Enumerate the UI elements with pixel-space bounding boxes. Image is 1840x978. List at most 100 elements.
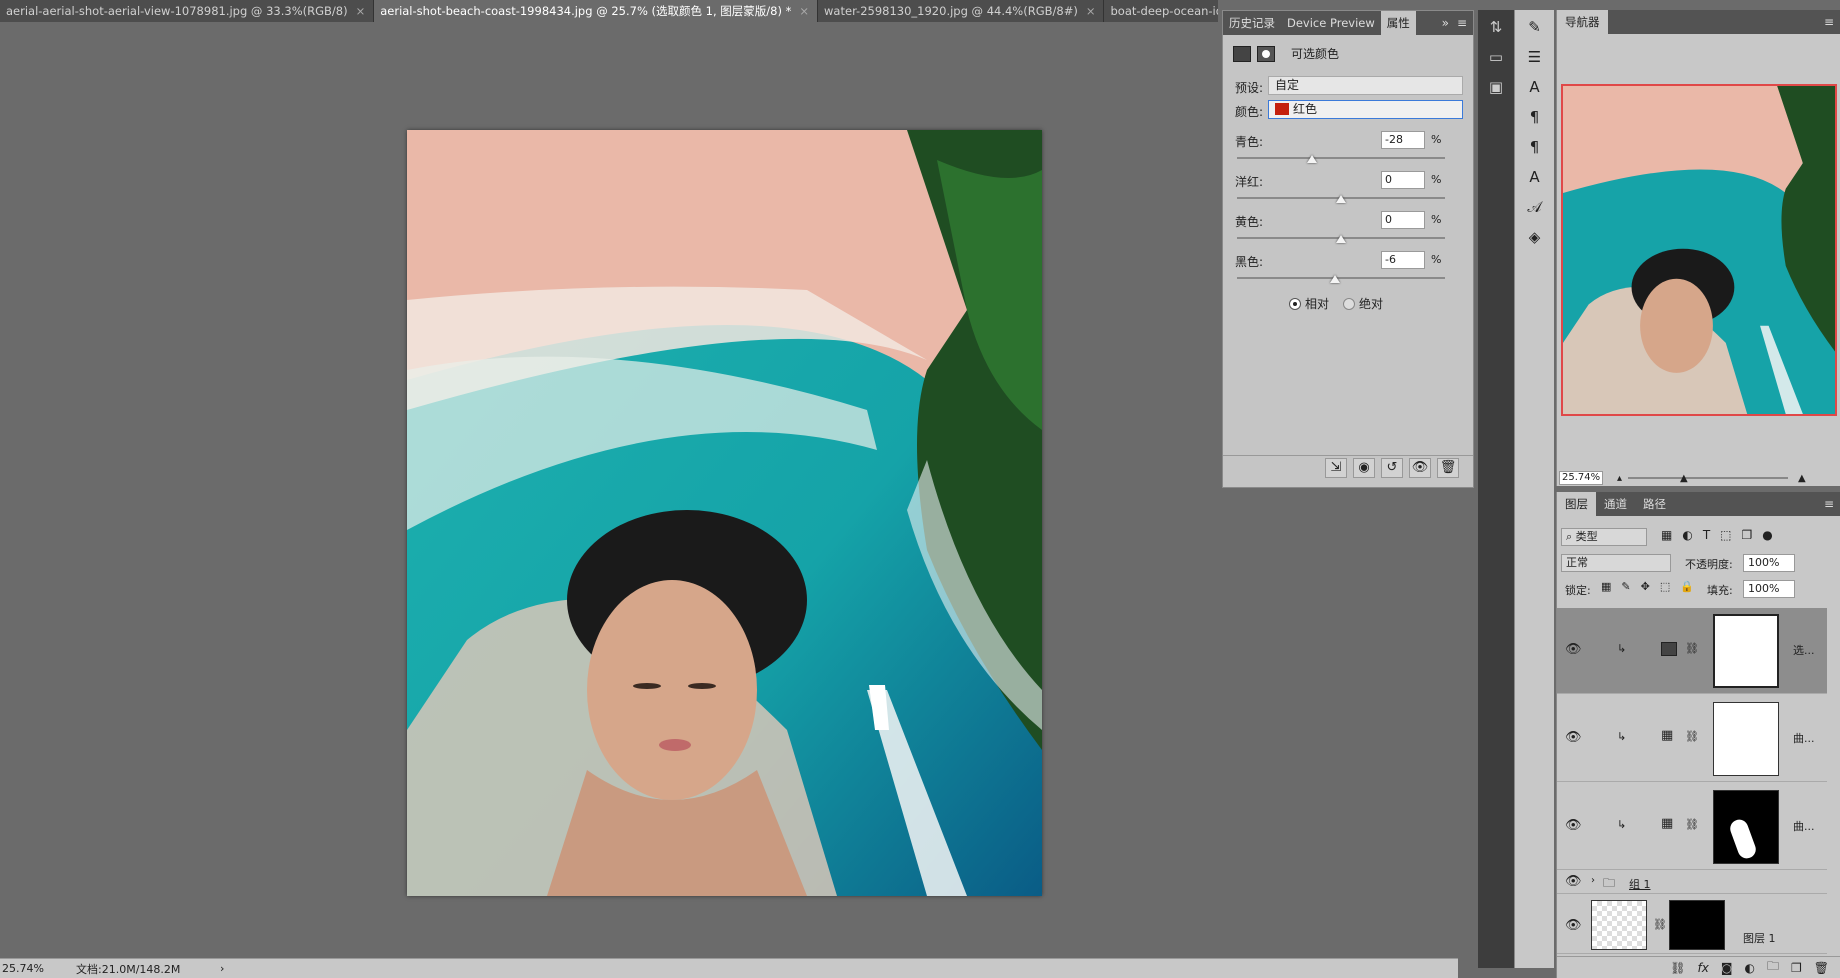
lock-all-icon[interactable]: 🔒 [1680, 580, 1694, 593]
adjustments-icon[interactable]: ☰ [1521, 44, 1549, 70]
filter-pixel-icon[interactable]: ▦ [1661, 528, 1672, 542]
eye-icon[interactable]: 👁 [1565, 642, 1582, 657]
slider-thumb[interactable] [1306, 155, 1317, 163]
lock-pixels-icon[interactable]: ✎ [1621, 580, 1630, 593]
add-mask-icon[interactable]: ◙ [1721, 961, 1733, 975]
filter-adjustment-icon[interactable]: ◐ [1682, 528, 1692, 542]
filter-smart-icon[interactable]: ❐ [1742, 528, 1753, 542]
document-canvas[interactable] [407, 130, 1042, 896]
layer-mask-thumbnail[interactable] [1669, 900, 1725, 950]
tab-doc-3[interactable]: water-2598130_1920.jpg @ 44.4%(RGB/8#) × [818, 0, 1105, 22]
panel-menu-icon[interactable]: ≡ [1824, 497, 1840, 511]
panel-menu-icon[interactable]: ≡ [1457, 16, 1473, 30]
slider-track[interactable] [1237, 277, 1445, 279]
link-icon[interactable]: ⛓ [1685, 642, 1699, 655]
expand-arrow-icon[interactable]: › [1591, 875, 1595, 886]
layer-mask-thumbnail[interactable] [1713, 790, 1779, 864]
delete-layer-icon[interactable]: 🗑 [1814, 961, 1829, 975]
paragraph-icon[interactable]: ¶ [1521, 104, 1549, 130]
new-layer-icon[interactable]: ❐ [1791, 961, 1802, 975]
character-style-icon[interactable]: A [1521, 164, 1549, 190]
filter-type-icon[interactable]: T [1703, 528, 1710, 542]
tab-navigator[interactable]: 导航器 [1557, 10, 1608, 34]
view-previous-state-icon[interactable]: ◉ [1353, 457, 1375, 478]
link-icon[interactable]: ⛓ [1685, 730, 1699, 743]
layer-name[interactable]: 曲... [1793, 818, 1815, 834]
slider-thumb[interactable] [1336, 195, 1346, 203]
reset-icon[interactable]: ↺ [1381, 457, 1403, 478]
slider-thumb[interactable] [1329, 275, 1340, 283]
preset-select[interactable]: 自定 [1268, 76, 1463, 95]
tab-doc-1[interactable]: aerial-aerial-shot-aerial-view-1078981.j… [0, 0, 375, 22]
status-arrow-icon[interactable]: › [214, 962, 224, 975]
layer-thumbnail[interactable] [1591, 900, 1647, 950]
slider-value-input[interactable]: 0 [1381, 171, 1425, 189]
layer-name[interactable]: 图层 1 [1743, 930, 1776, 946]
clip-to-layer-icon[interactable]: ⇲ [1325, 457, 1347, 478]
slider-value-input[interactable]: -6 [1381, 251, 1425, 269]
opacity-input[interactable]: 100% [1743, 554, 1795, 572]
navigator-zoom-input[interactable]: 25.74% [1559, 471, 1603, 485]
layer-group-row[interactable]: 👁 › 🗀 组 1 [1557, 872, 1827, 894]
zoom-out-icon[interactable]: ▴ [1617, 473, 1622, 484]
filter-shape-icon[interactable]: ⬚ [1720, 528, 1731, 542]
zoom-value[interactable]: 25.74% [0, 962, 44, 975]
character-icon[interactable]: A [1521, 74, 1549, 100]
layer-mask-thumbnail[interactable] [1713, 614, 1779, 688]
navigator-thumbnail[interactable] [1561, 84, 1837, 416]
lock-position-icon[interactable]: ✥ [1641, 580, 1650, 593]
tab-channels[interactable]: 通道 [1596, 492, 1635, 516]
tab-properties[interactable]: 属性 [1380, 11, 1416, 35]
eye-icon[interactable]: 👁 [1565, 818, 1582, 833]
layer-filter-select[interactable]: ⌕ 类型 [1561, 528, 1647, 546]
panel-expand-icon[interactable]: » [1442, 16, 1457, 30]
new-adjustment-icon[interactable]: ◐ [1745, 961, 1755, 975]
close-icon[interactable]: × [356, 0, 366, 22]
slider-track[interactable] [1237, 157, 1445, 159]
filter-toggle-icon[interactable]: ● [1762, 528, 1772, 542]
tab-paths[interactable]: 路径 [1635, 492, 1674, 516]
tab-layers[interactable]: 图层 [1557, 492, 1596, 516]
paragraph-style-icon[interactable]: ¶ [1521, 134, 1549, 160]
color-select[interactable]: 红色 [1268, 100, 1463, 119]
3d-icon[interactable]: ◈ [1521, 224, 1549, 250]
tab-doc-2[interactable]: aerial-shot-beach-coast-1998434.jpg @ 25… [374, 0, 819, 22]
link-layers-icon[interactable]: ⛓ [1670, 961, 1685, 975]
slider-thumb[interactable] [1336, 235, 1346, 243]
slider-value-input[interactable]: 0 [1381, 211, 1425, 229]
fill-input[interactable]: 100% [1743, 580, 1795, 598]
panel-menu-icon[interactable]: ≡ [1824, 15, 1840, 29]
blend-mode-select[interactable]: 正常 [1561, 554, 1671, 572]
zoom-in-icon[interactable]: ▲ [1798, 473, 1806, 484]
delete-icon[interactable]: 🗑 [1437, 457, 1459, 478]
eye-icon[interactable]: 👁 [1565, 874, 1582, 889]
eye-icon[interactable]: 👁 [1565, 730, 1582, 745]
link-icon[interactable]: ⛓ [1685, 818, 1699, 831]
eye-icon[interactable]: 👁 [1565, 918, 1582, 933]
tab-device-preview[interactable]: Device Preview [1281, 11, 1381, 35]
tab-history[interactable]: 历史记录 [1223, 11, 1281, 35]
layer-name[interactable]: 组 1 [1629, 876, 1651, 892]
lock-transparent-icon[interactable]: ▦ [1601, 580, 1611, 593]
mask-icon[interactable] [1257, 45, 1275, 62]
device-preview-icon[interactable]: ▭ [1482, 44, 1510, 70]
zoom-slider-thumb[interactable]: ▲ [1680, 473, 1688, 484]
toggle-visibility-icon[interactable]: 👁 [1409, 457, 1431, 478]
zoom-slider[interactable]: ▲ [1628, 473, 1789, 484]
link-icon[interactable]: ⛓ [1653, 918, 1667, 931]
fx-icon[interactable]: fx [1698, 961, 1709, 975]
lock-artboard-icon[interactable]: ⬚ [1660, 580, 1670, 593]
layer-name[interactable]: 曲... [1793, 730, 1815, 746]
tab-doc-4[interactable]: boat-deep-ocean-idyllic-57 [1104, 0, 1218, 22]
layer-row[interactable]: 👁 ↳ ⛓ 选... [1557, 608, 1827, 694]
layer-row[interactable]: 👁 ⛓ 图层 1 [1557, 896, 1827, 954]
radio-absolute[interactable]: 绝对 [1343, 295, 1383, 312]
new-group-icon[interactable]: 🗀 [1767, 957, 1779, 978]
layer-name[interactable]: 选... [1793, 642, 1815, 658]
close-icon[interactable]: × [799, 0, 809, 22]
history-icon[interactable]: ⇅ [1482, 14, 1510, 40]
glyphs-icon[interactable]: 𝒜 [1521, 194, 1549, 220]
brush-icon[interactable]: ✎ [1521, 14, 1549, 40]
adjustment-icon[interactable] [1233, 45, 1251, 62]
slider-value-input[interactable]: -28 [1381, 131, 1425, 149]
